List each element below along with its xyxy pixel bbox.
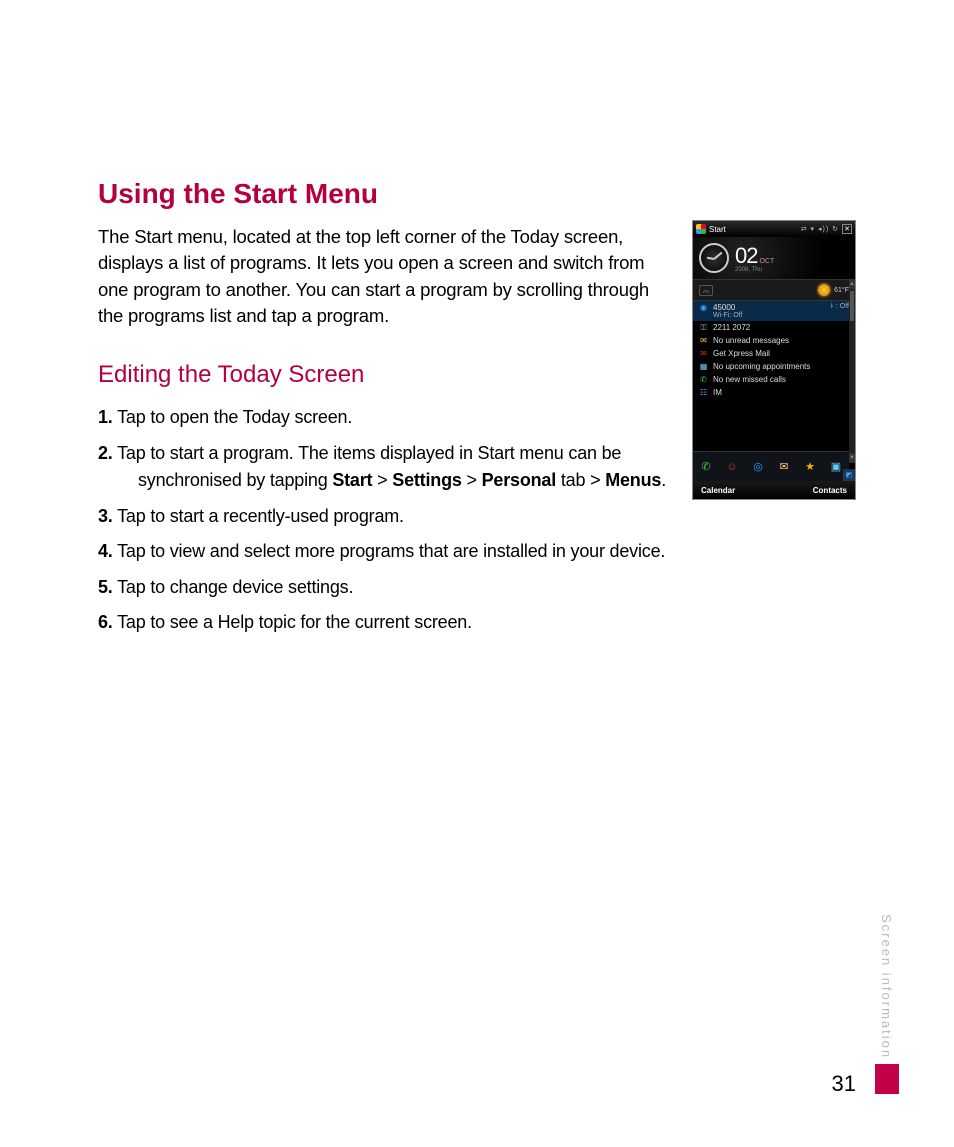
month-label: OCT [759, 258, 774, 265]
softkey-right: Contacts [813, 486, 847, 495]
signal-icon: ◉ [699, 303, 708, 312]
step-number: 6. [98, 612, 113, 632]
list-item-calls: ✆ No new missed calls [693, 373, 855, 386]
section-marker-label: Screen information [879, 914, 894, 1059]
step-text: Tap to view and select more programs tha… [117, 541, 665, 561]
step-number: 3. [98, 506, 113, 526]
im-icon: ☷ [699, 388, 708, 397]
close-icon: ✕ [842, 224, 852, 234]
collapse-icon: ︽ [699, 285, 713, 296]
step-text: Tap to start a recently-used program. [117, 506, 404, 526]
intro-paragraph: The Start menu, located at the top left … [98, 224, 666, 329]
today-list: ◉ 45000 Wi-Fi: Off ᚼ: Off ⚿ 2211 2072 ✉ … [693, 301, 855, 399]
year-weekday: 2008, Thu [735, 267, 774, 273]
phone-app-icon: ✆ [697, 458, 715, 476]
messages-text: No unread messages [713, 336, 789, 345]
bluetooth-icon: ᚼ [830, 303, 834, 310]
clock-panel: 02OCT 2008, Thu [693, 237, 855, 279]
list-item-carrier: ◉ 45000 Wi-Fi: Off ᚼ: Off [693, 301, 855, 321]
start-label: Start [709, 225, 726, 234]
step-1: 1. Tap to open the Today screen. [98, 405, 666, 431]
step-text: Tap to change device settings. [117, 577, 353, 597]
messaging-app-icon: ✉ [775, 458, 793, 476]
scrollbar: ▲ ▼ [849, 279, 855, 463]
softkey-left: Calendar [701, 486, 735, 495]
im-text: IM [713, 388, 722, 397]
day-number: 02 [735, 243, 757, 269]
content-area: Using the Start Menu The Start menu, loc… [98, 178, 856, 636]
phone-icon: ✆ [699, 375, 708, 384]
weather-bar: ︽ 61°F [693, 279, 855, 301]
softkey-bar: Calendar Contacts [693, 481, 855, 499]
step-number: 1. [98, 407, 113, 427]
path-settings: Settings [392, 470, 461, 490]
browser-app-icon: ◎ [749, 458, 767, 476]
step-6: 6. Tap to see a Help topic for the curre… [98, 610, 666, 636]
bluetooth-status: ᚼ: Off [830, 303, 849, 310]
date-display: 02OCT 2008, Thu [735, 243, 774, 273]
step-2: 2. Tap to start a program. The items dis… [98, 441, 666, 494]
mail-icon: ✉ [699, 349, 708, 358]
section-marker-bar [875, 1064, 899, 1094]
list-item-phone: ⚿ 2211 2072 [693, 321, 855, 334]
key-icon: ⚿ [699, 323, 708, 332]
section-title: Using the Start Menu [98, 178, 856, 210]
list-item-appointments: ▦ No upcoming appointments [693, 360, 855, 373]
wifi-status: Wi-Fi: Off [713, 312, 742, 319]
step-number: 2. [98, 443, 113, 463]
status-icons: ⇄ ▾ ◂)) ↻ [801, 225, 839, 233]
step-3: 3. Tap to start a recently-used program. [98, 504, 666, 530]
windows-logo-icon [696, 224, 706, 234]
mail-text: Get Xpress Mail [713, 349, 770, 358]
phone-number: 2211 2072 [713, 323, 750, 332]
sep: > [372, 470, 392, 490]
carrier-id: 45000 [713, 303, 742, 312]
step-text: Tap to see a Help topic for the current … [117, 612, 472, 632]
text: . [661, 470, 666, 490]
step-number: 5. [98, 577, 113, 597]
steps-list: 1. Tap to open the Today screen. 2. Tap … [98, 405, 666, 636]
sep: > [462, 470, 482, 490]
path-start: Start [332, 470, 372, 490]
step-4: 4. Tap to view and select more programs … [98, 539, 666, 565]
contacts-app-icon: ☺ [723, 458, 741, 476]
text: tab > [556, 470, 605, 490]
page-number: 31 [832, 1071, 856, 1097]
bt-off-text: : Off [836, 303, 849, 310]
step-text: Tap to open the Today screen. [117, 407, 352, 427]
favorites-app-icon: ★ [801, 458, 819, 476]
envelope-icon: ✉ [699, 336, 708, 345]
temperature: 61°F [834, 287, 849, 294]
list-item-messages: ✉ No unread messages [693, 334, 855, 347]
step-text: Tap to start a program. The items displa… [117, 443, 621, 463]
path-personal: Personal [482, 470, 556, 490]
appointments-text: No upcoming appointments [713, 362, 810, 371]
analog-clock-icon [699, 243, 729, 273]
device-screenshot: Start ⇄ ▾ ◂)) ↻ ✕ 02OCT 2008, Thu ︽ 61°F… [692, 220, 856, 500]
scroll-down-icon: ▼ [849, 453, 855, 463]
text: synchronised by tapping [138, 470, 332, 490]
calls-text: No new missed calls [713, 375, 786, 384]
sun-icon [818, 284, 830, 296]
launcher-bar: ✆ ☺ ◎ ✉ ★ ▣ ◩ [693, 451, 849, 481]
step-continuation: synchronised by tapping Start > Settings… [118, 468, 666, 494]
list-item-mail: ✉ Get Xpress Mail [693, 347, 855, 360]
step-number: 4. [98, 541, 113, 561]
path-menus: Menus [605, 470, 661, 490]
step-5: 5. Tap to change device settings. [98, 575, 666, 601]
expand-icon: ◩ [843, 469, 855, 481]
scroll-thumb [850, 291, 854, 321]
list-item-im: ☷ IM [693, 386, 855, 399]
scroll-up-icon: ▲ [849, 279, 855, 289]
calendar-icon: ▦ [699, 362, 708, 371]
phone-title-bar: Start ⇄ ▾ ◂)) ↻ ✕ [693, 221, 855, 237]
